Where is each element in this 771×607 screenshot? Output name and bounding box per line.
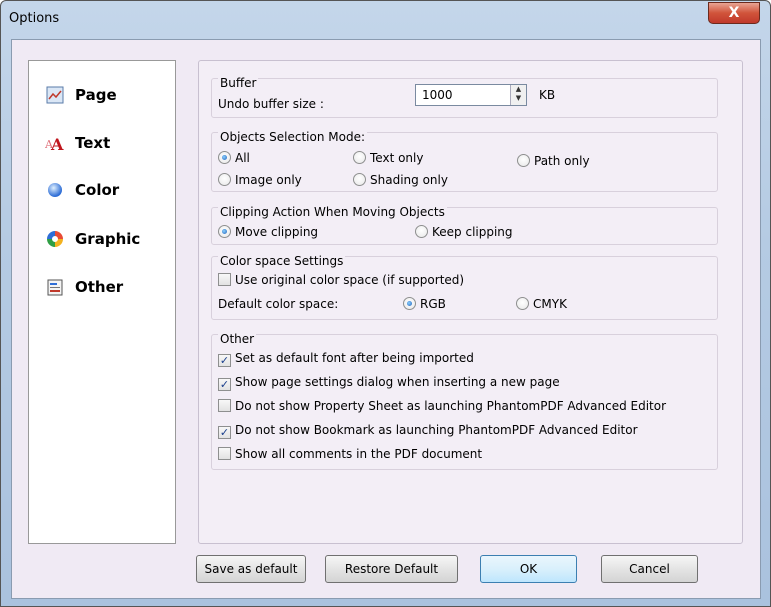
radio-all-control[interactable] — [218, 151, 231, 164]
nav-item-graphic[interactable]: Graphic — [45, 227, 173, 253]
radio-shading-only[interactable]: Shading only — [353, 173, 448, 187]
nav-item-other[interactable]: Other — [45, 275, 173, 301]
color-space-title: Color space Settings — [218, 254, 346, 268]
nav-label-color: Color — [75, 181, 120, 199]
show-comments-label: Show all comments in the PDF document — [235, 447, 483, 461]
radio-text-only-label: Text only — [370, 151, 424, 165]
default-color-space-label: Default color space: — [218, 297, 339, 311]
settings-panel: Buffer Undo buffer size : 1000 ▲ ▼ KB Ob… — [198, 60, 743, 544]
hide-property-sheet-checkbox[interactable] — [218, 399, 231, 412]
use-original-color-space-label: Use original color space (if supported) — [235, 273, 465, 287]
default-font-checkbox[interactable]: ✓ — [218, 354, 231, 367]
option-hide-property-sheet[interactable]: Do not show Property Sheet as launching … — [218, 399, 666, 413]
radio-move-clipping-control[interactable] — [218, 225, 231, 238]
other-icon — [47, 279, 63, 296]
radio-cmyk-label: CMYK — [533, 297, 567, 311]
spin-arrows[interactable]: ▲ ▼ — [510, 85, 526, 105]
page-settings-dialog-checkbox[interactable]: ✓ — [218, 378, 231, 391]
option-show-comments[interactable]: Show all comments in the PDF document — [218, 447, 482, 461]
clipping-group: Clipping Action When Moving Objects Move… — [211, 205, 718, 245]
default-font-label: Set as default font after being imported — [235, 351, 474, 365]
use-original-color-space[interactable]: Use original color space (if supported) — [218, 273, 464, 287]
window-title: Options — [9, 11, 60, 26]
undo-buffer-value[interactable]: 1000 — [422, 88, 453, 102]
ok-button[interactable]: OK — [480, 555, 577, 583]
use-original-color-space-checkbox[interactable] — [218, 273, 231, 286]
category-list: Page A A Text Color Graphic Other — [28, 60, 176, 544]
hide-bookmark-checkbox[interactable]: ✓ — [218, 426, 231, 439]
close-icon: X — [728, 5, 740, 21]
nav-label-graphic: Graphic — [75, 230, 141, 248]
cancel-button[interactable]: Cancel — [601, 555, 698, 583]
graphic-icon — [47, 231, 63, 247]
restore-default-button[interactable]: Restore Default — [325, 555, 458, 583]
clipping-title: Clipping Action When Moving Objects — [218, 205, 447, 219]
spin-up-icon[interactable]: ▲ — [511, 85, 526, 94]
save-as-default-button[interactable]: Save as default — [196, 555, 306, 583]
color-space-group: Color space Settings Use original color … — [211, 254, 718, 320]
radio-text-only[interactable]: Text only — [353, 151, 423, 165]
nav-item-color[interactable]: Color — [45, 178, 173, 204]
hide-property-sheet-label: Do not show Property Sheet as launching … — [235, 399, 667, 413]
radio-move-clipping-label: Move clipping — [235, 225, 319, 239]
radio-path-only-control[interactable] — [517, 154, 530, 167]
color-icon — [48, 183, 62, 197]
radio-image-only-control[interactable] — [218, 173, 231, 186]
radio-cmyk-control[interactable] — [516, 297, 529, 310]
radio-cmyk[interactable]: CMYK — [516, 297, 567, 311]
page-settings-dialog-label: Show page settings dialog when inserting… — [235, 375, 560, 389]
radio-rgb[interactable]: RGB — [403, 297, 446, 311]
radio-move-clipping[interactable]: Move clipping — [218, 225, 318, 239]
radio-image-only[interactable]: Image only — [218, 173, 302, 187]
other-title: Other — [218, 332, 257, 346]
radio-path-only-label: Path only — [534, 154, 590, 168]
buffer-group-title: Buffer — [218, 76, 259, 90]
nav-label-page: Page — [75, 86, 117, 104]
radio-image-only-label: Image only — [235, 173, 302, 187]
selection-mode-group: Objects Selection Mode: All Text only Pa… — [211, 130, 718, 192]
radio-text-only-control[interactable] — [353, 151, 366, 164]
options-dialog: Options X Page A A Text Color Graphic Ot… — [0, 0, 771, 607]
dialog-client-area: Page A A Text Color Graphic Other Buffer… — [11, 39, 761, 599]
title-bar[interactable]: Options X — [1, 1, 770, 37]
nav-item-text[interactable]: A A Text — [45, 131, 173, 157]
spin-down-icon[interactable]: ▼ — [511, 94, 526, 103]
other-group: Other ✓ Set as default font after being i… — [211, 332, 718, 470]
radio-path-only[interactable]: Path only — [517, 154, 590, 168]
option-hide-bookmark[interactable]: ✓ Do not show Bookmark as launching Phant… — [218, 423, 638, 439]
selection-mode-title: Objects Selection Mode: — [218, 130, 368, 144]
undo-buffer-unit: KB — [539, 88, 556, 102]
option-default-font[interactable]: ✓ Set as default font after being importe… — [218, 351, 474, 367]
radio-rgb-label: RGB — [420, 297, 446, 311]
nav-label-text: Text — [75, 134, 111, 152]
close-button[interactable]: X — [708, 2, 760, 24]
radio-rgb-control[interactable] — [403, 297, 416, 310]
radio-shading-only-label: Shading only — [370, 173, 448, 187]
show-comments-checkbox[interactable] — [218, 447, 231, 460]
radio-shading-only-control[interactable] — [353, 173, 366, 186]
svg-text:A: A — [50, 135, 64, 153]
hide-bookmark-label: Do not show Bookmark as launching Phanto… — [235, 423, 638, 437]
radio-keep-clipping-control[interactable] — [415, 225, 428, 238]
undo-buffer-stepper[interactable]: 1000 ▲ ▼ — [415, 84, 527, 106]
text-icon: A A — [45, 135, 64, 153]
radio-all[interactable]: All — [218, 151, 250, 165]
radio-keep-clipping[interactable]: Keep clipping — [415, 225, 513, 239]
radio-keep-clipping-label: Keep clipping — [432, 225, 513, 239]
page-icon — [46, 86, 64, 104]
radio-all-label: All — [235, 151, 250, 165]
undo-buffer-label: Undo buffer size : — [218, 97, 324, 111]
option-page-settings-dialog[interactable]: ✓ Show page settings dialog when insertin… — [218, 375, 560, 391]
nav-item-page[interactable]: Page — [45, 83, 173, 109]
nav-label-other: Other — [75, 278, 124, 296]
